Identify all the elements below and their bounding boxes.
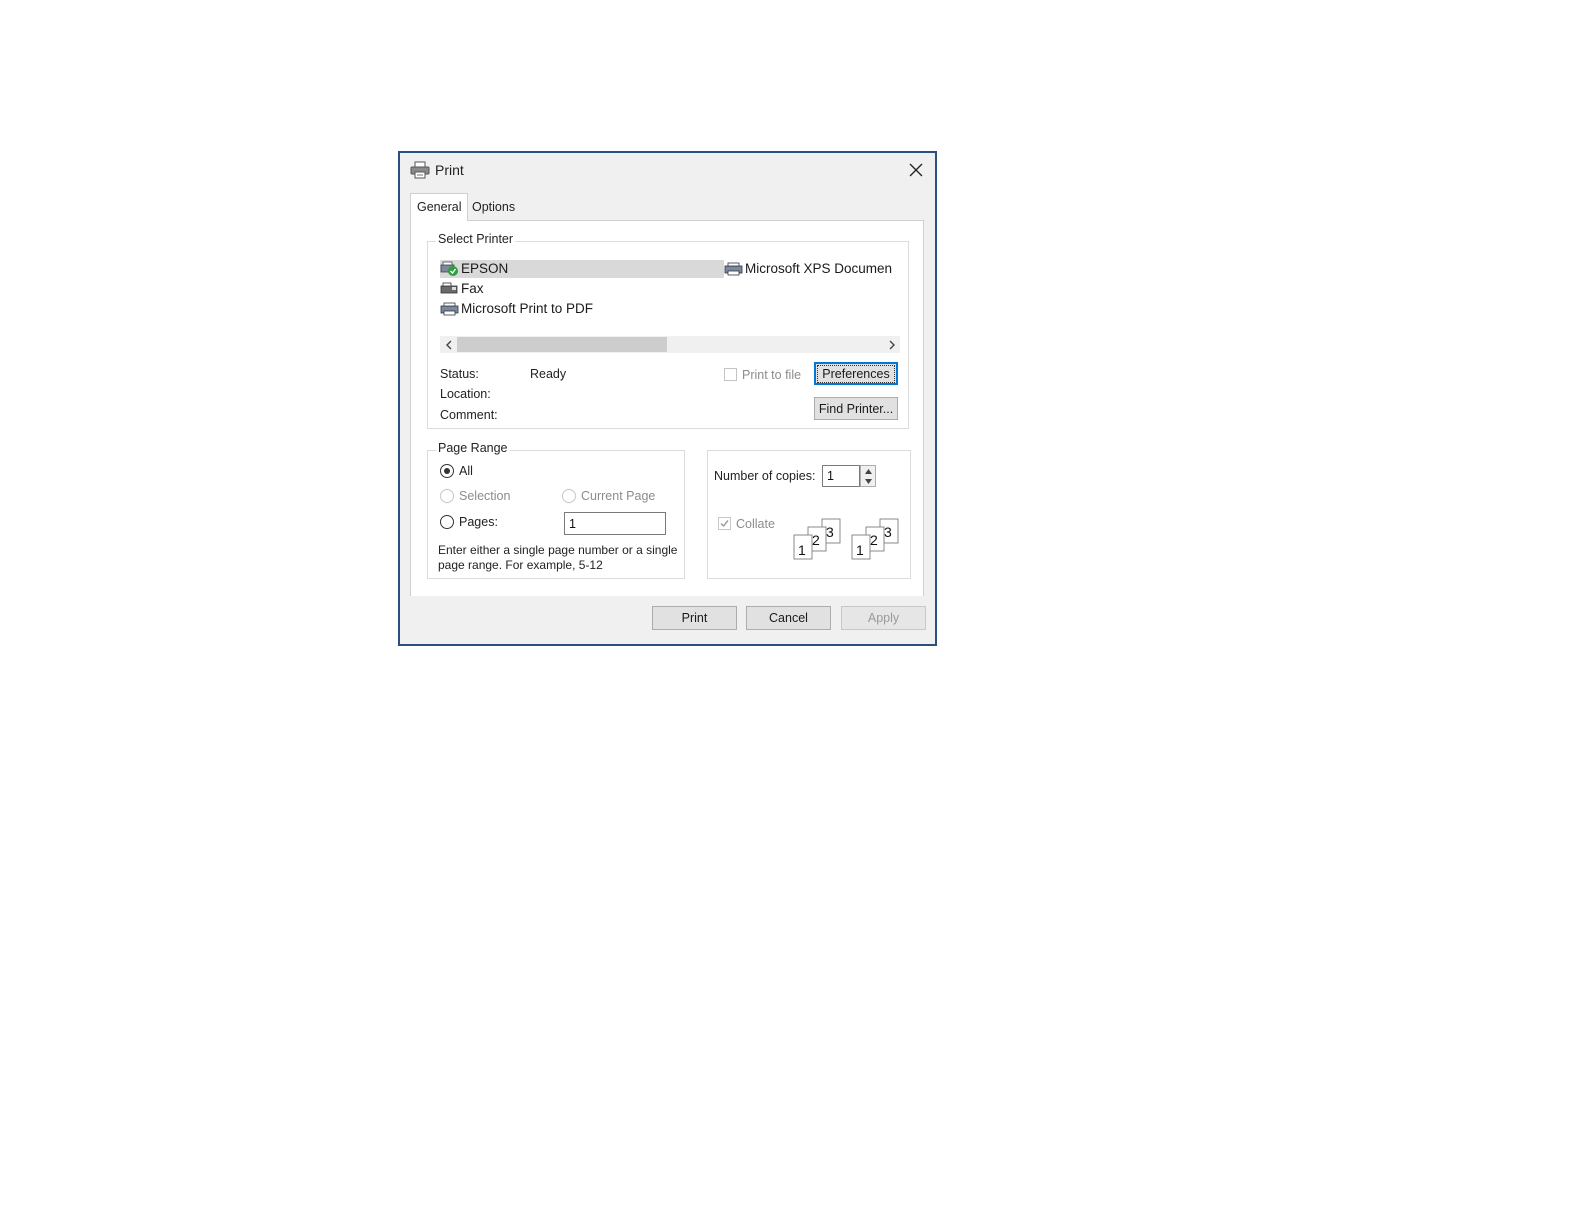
status-value: Ready (530, 367, 567, 381)
collate-page-number: 1 (856, 542, 864, 558)
print-to-file-label: Print to file (742, 368, 802, 382)
printer-icon (724, 262, 743, 276)
print-button-label: Print (681, 611, 708, 625)
chevron-up-icon (864, 468, 872, 474)
select-printer-legend: Select Printer (436, 232, 516, 246)
print-dialog: Print General Options Select Printer EPS… (398, 151, 937, 646)
collate-page-number: 3 (826, 524, 834, 540)
tab-general[interactable]: General (410, 193, 469, 221)
printer-name: Microsoft Print to PDF (461, 301, 594, 316)
collate-checkbox[interactable] (718, 517, 731, 530)
page-range-selection-radio[interactable] (440, 489, 454, 503)
scrollbar-thumb[interactable] (457, 337, 667, 352)
number-of-copies-label: Number of copies: (714, 469, 816, 483)
page-range-current-page-radio[interactable] (562, 489, 576, 503)
chevron-left-icon (445, 340, 451, 349)
printer-item-fax[interactable]: Fax (440, 280, 484, 298)
spin-up-button[interactable] (861, 466, 875, 476)
page-range-hint-line1: Enter either a single page number or a s… (438, 543, 678, 557)
chevron-right-icon (889, 340, 895, 349)
cancel-button-label: Cancel (769, 611, 808, 625)
scroll-right-button[interactable] (883, 336, 900, 353)
find-printer-button[interactable]: Find Printer... (814, 397, 898, 420)
apply-button-label: Apply (867, 611, 900, 625)
spin-down-button[interactable] (861, 476, 875, 486)
fax-icon (440, 282, 458, 294)
collate-label: Collate (736, 517, 775, 531)
print-to-file-checkbox[interactable] (724, 368, 737, 381)
printer-icon (410, 161, 430, 179)
preferences-button[interactable]: Preferences (814, 362, 898, 385)
page-range-current-page-label: Current Page (581, 489, 656, 503)
printer-list-scrollbar[interactable] (440, 336, 900, 353)
status-label: Status: (440, 367, 479, 381)
page-range-pages-radio[interactable] (440, 515, 454, 529)
dialog-footer: Print Cancel Apply (400, 596, 935, 644)
printer-name: Fax (461, 281, 484, 296)
printer-icon (440, 302, 459, 316)
location-label: Location: (440, 387, 491, 401)
preferences-button-label: Preferences (817, 364, 895, 383)
close-button[interactable] (901, 155, 931, 185)
copies-input[interactable] (822, 465, 860, 487)
copies-spinner[interactable] (860, 465, 876, 487)
find-printer-button-label: Find Printer... (818, 401, 894, 416)
printer-name: EPSON (461, 261, 509, 276)
apply-button[interactable]: Apply (841, 606, 926, 630)
general-tab-panel: Select Printer EPSON Fax Microsoft Print… (410, 220, 924, 600)
comment-label: Comment: (440, 408, 498, 422)
printer-item-epson[interactable]: EPSON (440, 260, 724, 278)
collate-illustration-icon: 3 2 1 3 2 1 (793, 518, 899, 560)
select-printer-group: Select Printer EPSON Fax Microsoft Print… (427, 232, 909, 429)
page-range-all-radio[interactable] (440, 464, 454, 478)
window-title: Print (435, 162, 464, 178)
pages-input[interactable] (564, 512, 666, 535)
chevron-down-icon (864, 478, 872, 484)
tab-options[interactable]: Options (466, 195, 521, 219)
collate-page-number: 1 (798, 542, 806, 558)
checkmark-icon (720, 520, 729, 528)
printer-item-microsoft-xps[interactable]: Microsoft XPS Documen (724, 260, 898, 278)
printer-item-microsoft-print-to-pdf[interactable]: Microsoft Print to PDF (440, 300, 593, 318)
collate-page-number: 2 (870, 532, 878, 548)
printer-list[interactable]: EPSON Fax Microsoft Print to PDF Microso… (440, 260, 898, 330)
page-range-pages-label: Pages: (459, 515, 498, 529)
cancel-button[interactable]: Cancel (746, 606, 831, 630)
collate-page-number: 3 (884, 524, 892, 540)
scroll-left-button[interactable] (440, 336, 457, 353)
close-icon (909, 163, 923, 177)
print-button[interactable]: Print (652, 606, 737, 630)
page-range-selection-label: Selection (459, 489, 511, 503)
printer-default-icon (440, 261, 458, 276)
page-range-group: Page Range All Selection Current Page Pa… (427, 441, 685, 579)
page-range-legend: Page Range (436, 441, 510, 455)
title-bar: Print (400, 153, 935, 187)
page-range-all-label: All (459, 464, 473, 478)
collate-page-number: 2 (812, 532, 820, 548)
page-range-hint-line2: page range. For example, 5-12 (438, 558, 603, 572)
printer-name: Microsoft XPS Documen (745, 261, 893, 276)
copies-group: Number of copies: Collate 3 2 (707, 450, 911, 579)
